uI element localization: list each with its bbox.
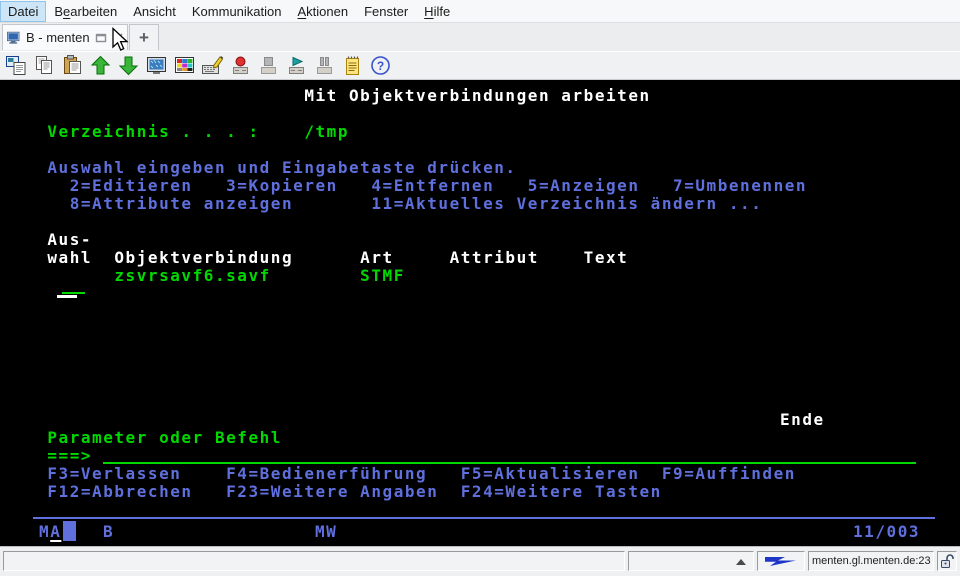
menu-label: ilfe [434,4,451,19]
paste-icon[interactable] [60,54,84,78]
stop-macro-icon[interactable] [256,54,280,78]
prompt-line: Auswahl eingeben und Eingabetaste drücke… [25,159,517,177]
status-message-panel [3,551,625,571]
oia-cursor-position: 11/003 [853,523,920,541]
send-file-icon[interactable] [88,54,112,78]
tab-restore-icon[interactable] [95,31,107,45]
play-macro-icon[interactable] [284,54,308,78]
status-bar: menten.gl.menten.de:23 [0,546,960,576]
svg-text:?: ? [376,59,383,73]
record-macro-icon[interactable] [228,54,252,78]
tab-bar: B - menten + [0,23,960,52]
scratchpad-icon[interactable] [340,54,364,78]
emulator-window: Datei Bearbeiten Ansicht Kommunikation A… [0,0,960,576]
menu-item-fenster[interactable]: Fenster [356,1,416,22]
pause-macro-icon[interactable] [312,54,336,78]
selection-input-field[interactable] [62,292,85,294]
oia-cursor-block [63,521,76,541]
help-icon[interactable]: ? [368,54,392,78]
new-tab-button[interactable]: + [129,24,159,50]
copy-icon[interactable] [32,54,56,78]
host-address-panel: menten.gl.menten.de:23 [808,551,934,571]
menu-item-ansicht[interactable]: Ansicht [125,1,184,22]
menu-label: Kommunikation [192,4,282,19]
session-monitor-icon [7,31,21,45]
tab-close-icon[interactable] [112,31,124,45]
oia-shift-indicator: B [103,523,114,541]
copy-all-icon[interactable] [4,54,28,78]
color-map-icon[interactable] [172,54,196,78]
receive-file-icon[interactable] [116,54,140,78]
menu-item-datei[interactable]: Datei [0,1,46,22]
menu-label: arbeiten [70,4,117,19]
menu-label: Ansicht [133,4,176,19]
oia-message-waiting: MW [315,523,337,541]
column-header-1: Aus- [25,231,92,249]
menu-item-hilfe[interactable]: Hilfe [416,1,458,22]
oia-a: A [50,522,61,541]
menu-item-bearbeiten[interactable]: Bearbeiten [46,1,125,22]
function-keys-1: F3=Verlassen F4=Bedienerführung F5=Aktua… [25,465,796,483]
end-label: Ende [780,411,825,429]
menu-label: ktionen [306,4,348,19]
menu-label: Fenster [364,4,408,19]
plus-icon: + [139,28,149,48]
lightning-bolt-icon [763,554,799,568]
text-cursor [57,295,77,298]
options-line-2: 8=Attribute anzeigen 11=Aktuelles Verzei… [25,195,762,213]
screen-title: Mit Objektverbindungen arbeiten [25,87,651,105]
status-history-panel [628,551,754,571]
oia-separator [33,517,935,519]
menu-label-mnemonic: A [298,4,307,19]
menu-label-mnemonic: H [424,4,433,19]
column-header-2: wahl Objektverbindung Art Attribut Text [25,249,628,267]
toolbar: ? [0,51,960,80]
menu-label: Datei [8,4,38,19]
menu-item-kommunikation[interactable]: Kommunikation [184,1,290,22]
oia-system-available: MA [39,523,61,541]
terminal-screen[interactable]: Mit Objektverbindungen arbeiten Verzeich… [0,80,960,546]
connection-status-panel [757,551,805,571]
options-line-1: 2=Editieren 3=Kopieren 4=Entfernen 5=Anz… [25,177,807,195]
host-address: menten.gl.menten.de:23 [812,555,931,567]
command-prompt: ===> [25,447,92,465]
display-settings-icon[interactable] [144,54,168,78]
unlocked-padlock-icon [939,553,955,569]
object-link-row[interactable]: zsvrsavf6.savf STMF [25,267,405,285]
history-up-arrow-icon[interactable] [736,559,746,565]
security-panel [937,551,957,571]
directory-line: Verzeichnis . . . : /tmp [25,123,349,141]
keyboard-map-icon[interactable] [200,54,224,78]
parameter-label: Parameter oder Befehl [25,429,282,447]
function-keys-2: F12=Abbrechen F23=Weitere Angaben F24=We… [25,483,662,501]
session-tab[interactable]: B - menten [2,24,128,50]
menu-bar: Datei Bearbeiten Ansicht Kommunikation A… [0,0,960,23]
session-tab-label: B - menten [26,30,90,45]
menu-item-aktionen[interactable]: Aktionen [290,1,357,22]
menu-label: B [54,4,63,19]
oia-m: M [39,522,50,541]
